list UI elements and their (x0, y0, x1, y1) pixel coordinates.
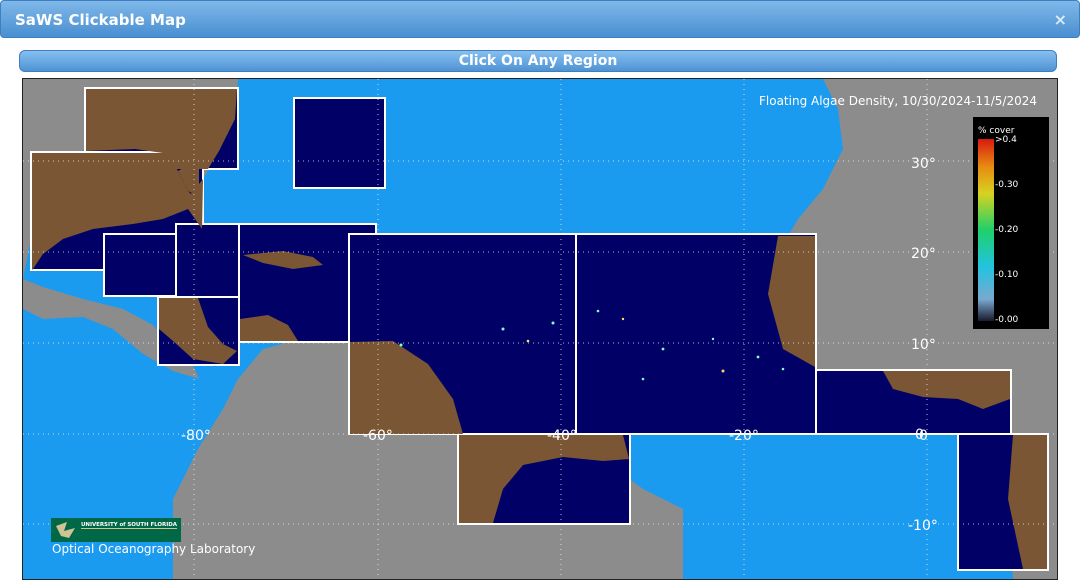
region-florida-keys[interactable] (103, 233, 177, 297)
colorbar-tick: >0.4 (995, 135, 1017, 145)
lon-label: -40° (547, 428, 577, 444)
colorbar-tick: -0.30 (995, 180, 1019, 190)
lab-name: Optical Oceanography Laboratory (52, 542, 255, 556)
usf-university-name: UNIVERSITY of SOUTH FLORIDA (81, 522, 178, 528)
window-title: SaWS Clickable Map (15, 11, 186, 29)
lon-label: -80° (181, 428, 211, 444)
click-region-banner: Click On Any Region (19, 50, 1057, 72)
map-title: Floating Algae Density, 10/30/2024-11/5/… (759, 94, 1037, 108)
lon-label: -60° (363, 428, 393, 444)
colorbar-tick: -0.10 (995, 270, 1019, 280)
lat-label: -10° (908, 518, 938, 534)
colorbar-tick: -0.20 (995, 225, 1019, 235)
close-icon[interactable]: × (1054, 10, 1067, 29)
lon-label: 0 (919, 428, 928, 444)
colorbar-gradient (978, 139, 994, 321)
colorbar: % cover >0.4 -0.30 -0.20 -0.10 -0.00 (973, 117, 1049, 329)
usf-logo: UNIVERSITY of SOUTH FLORIDA (51, 518, 181, 542)
colorbar-tick: -0.00 (995, 315, 1019, 325)
lat-label: 10° (911, 337, 936, 353)
lat-label: 30° (911, 156, 936, 172)
window-titlebar: SaWS Clickable Map × (0, 0, 1080, 38)
region-north-atlantic[interactable] (293, 97, 386, 189)
lon-label: -20° (729, 428, 759, 444)
lat-label: 20° (911, 246, 936, 262)
clickable-map[interactable]: Floating Algae Density, 10/30/2024-11/5/… (22, 78, 1058, 580)
